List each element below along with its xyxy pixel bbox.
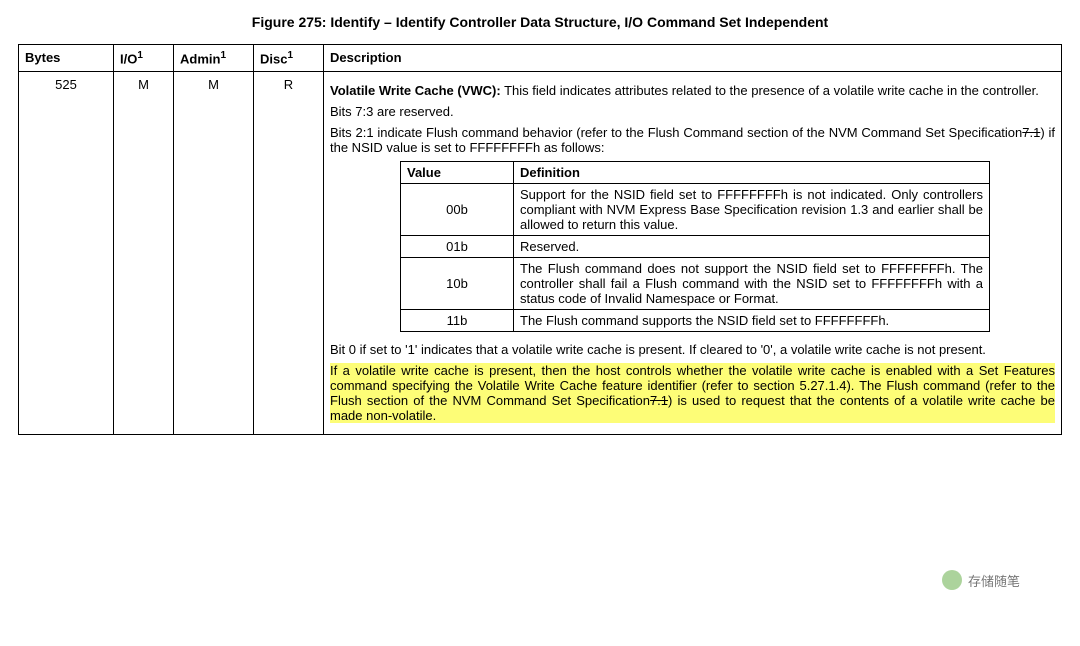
table-row: 11bThe Flush command supports the NSID f… (401, 310, 990, 332)
inner-col-definition: Definition (514, 162, 990, 184)
col-admin: Admin1 (174, 45, 254, 72)
cell-description: Volatile Write Cache (VWC): This field i… (324, 72, 1062, 435)
cell-io: M (114, 72, 174, 435)
figure-title: Figure 275: Identify – Identify Controll… (18, 14, 1062, 30)
value-cell: 10b (401, 258, 514, 310)
table-row: 525 M M R Volatile Write Cache (VWC): Th… (19, 72, 1062, 435)
definition-cell: Reserved. (514, 236, 990, 258)
table-row: 10bThe Flush command does not support th… (401, 258, 990, 310)
value-definition-table: Value Definition 00bSupport for the NSID… (400, 161, 990, 332)
watermark-text: 存储随笔 (968, 571, 1020, 590)
inner-col-value: Value (401, 162, 514, 184)
col-description: Description (324, 45, 1062, 72)
table-row: 00bSupport for the NSID field set to FFF… (401, 184, 990, 236)
bits-21: Bits 2:1 indicate Flush command behavior… (330, 125, 1055, 155)
value-cell: 01b (401, 236, 514, 258)
value-cell: 11b (401, 310, 514, 332)
definition-cell: The Flush command supports the NSID fiel… (514, 310, 990, 332)
col-disc: Disc1 (254, 45, 324, 72)
spec-table: Bytes I/O1 Admin1 Disc1 Description 525 … (18, 44, 1062, 435)
bits-reserved: Bits 7:3 are reserved. (330, 104, 1055, 119)
definition-cell: Support for the NSID field set to FFFFFF… (514, 184, 990, 236)
col-bytes: Bytes (19, 45, 114, 72)
value-cell: 00b (401, 184, 514, 236)
definition-cell: The Flush command does not support the N… (514, 258, 990, 310)
cell-disc: R (254, 72, 324, 435)
watermark-icon (942, 570, 962, 590)
watermark: 存储随笔 (942, 570, 1020, 590)
col-io: I/O1 (114, 45, 174, 72)
bit0-text: Bit 0 if set to '1' indicates that a vol… (330, 342, 1055, 357)
cell-bytes: 525 (19, 72, 114, 435)
highlighted-note: If a volatile write cache is present, th… (330, 363, 1055, 423)
cell-admin: M (174, 72, 254, 435)
vwc-intro: Volatile Write Cache (VWC): This field i… (330, 83, 1055, 98)
table-row: 01bReserved. (401, 236, 990, 258)
